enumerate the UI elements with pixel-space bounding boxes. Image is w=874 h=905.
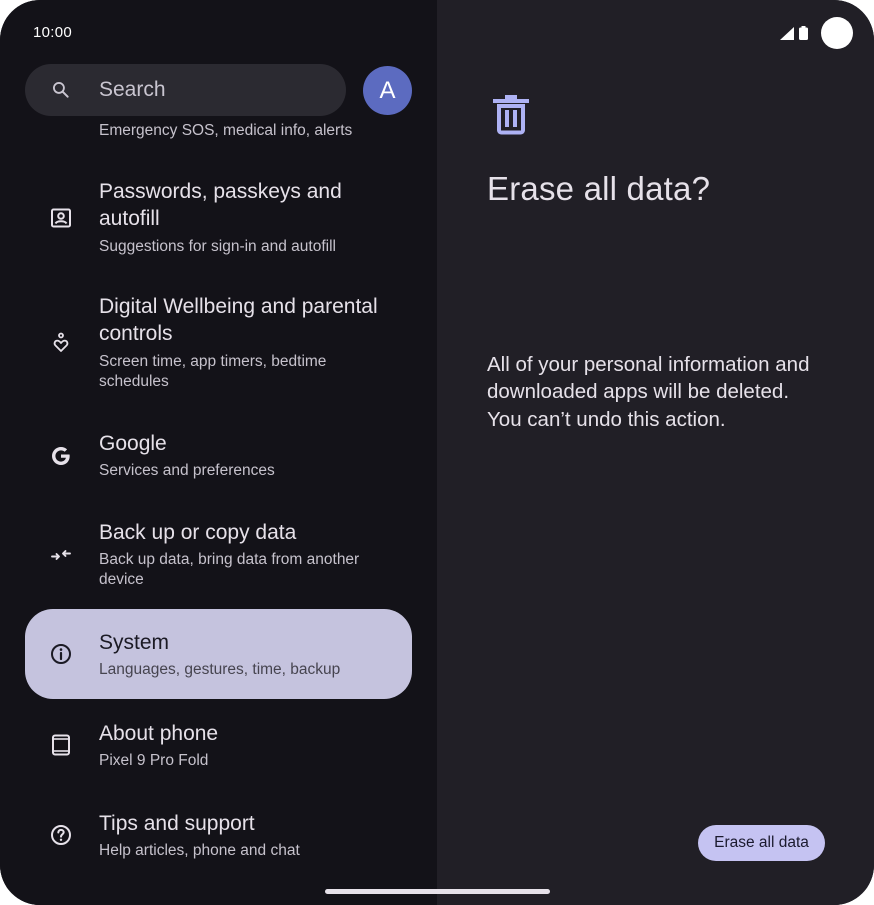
list-item-system[interactable]: System Languages, gestures, time, backup (25, 609, 412, 699)
dialog-message: All of your personal information and dow… (487, 353, 810, 431)
status-time: 10:00 (33, 24, 73, 41)
list-item-subtitle: Services and preferences (99, 462, 275, 479)
device-screen: 10:00 Search A Emergency SOS, medical in… (0, 0, 874, 905)
list-item-title: System (99, 631, 170, 654)
list-item-digital-wellbeing[interactable]: Digital Wellbeing and parental controls … (25, 285, 412, 405)
search-icon (53, 82, 69, 98)
list-item-title: About phone (99, 722, 219, 745)
list-item-safety-emergency[interactable]: Emergency SOS, medical info, alerts (25, 110, 412, 150)
list-item-title: Passwords, passkeys and autofill (99, 180, 342, 230)
navigation-handle[interactable] (325, 889, 550, 894)
camera-cutout (821, 17, 853, 49)
dialog-title: Erase all data? (487, 170, 711, 207)
transfer-arrows-icon (51, 550, 71, 560)
list-item-subtitle: Pixel 9 Pro Fold (99, 752, 209, 769)
battery-icon (799, 26, 808, 40)
list-item-passwords[interactable]: Passwords, passkeys and autofill Suggest… (25, 170, 412, 270)
heart-person-icon (53, 332, 69, 352)
detail-pane (437, 0, 874, 905)
list-item-tips-support[interactable]: Tips and support Help articles, phone an… (25, 800, 412, 875)
info-icon (51, 644, 71, 664)
list-item-title: Google (99, 432, 167, 455)
settings-list-pane: 10:00 Search A Emergency SOS, medical in… (0, 0, 437, 905)
status-icons (780, 26, 808, 40)
search-bar[interactable]: Search (25, 64, 346, 116)
google-icon (52, 447, 70, 465)
list-item-subtitle: Suggestions for sign-in and autofill (99, 238, 336, 255)
list-item-title: Digital Wellbeing and parental controls (99, 295, 378, 345)
phone-icon (52, 734, 70, 756)
erase-all-data-button[interactable]: Erase all data (698, 825, 825, 861)
list-item-subtitle: Screen time, app timers, bedtime schedul… (99, 353, 327, 390)
person-card-icon (51, 208, 71, 228)
search-placeholder: Search (99, 78, 166, 101)
account-avatar[interactable]: A (363, 66, 412, 115)
list-item-title: Tips and support (99, 812, 255, 835)
help-icon (51, 825, 71, 845)
list-item-subtitle: Back up data, bring data from another de… (99, 551, 360, 588)
list-item-about-phone[interactable]: About phone Pixel 9 Pro Fold (25, 710, 412, 785)
list-item-google[interactable]: Google Services and preferences (25, 420, 412, 495)
list-item-backup[interactable]: Back up or copy data Back up data, bring… (25, 510, 412, 600)
trash-icon (493, 95, 529, 135)
list-item-subtitle: Languages, gestures, time, backup (99, 661, 341, 678)
list-item-subtitle: Emergency SOS, medical info, alerts (99, 122, 353, 139)
list-item-title: Back up or copy data (99, 521, 297, 544)
list-item-subtitle: Help articles, phone and chat (99, 842, 300, 859)
signal-icon (780, 26, 794, 40)
